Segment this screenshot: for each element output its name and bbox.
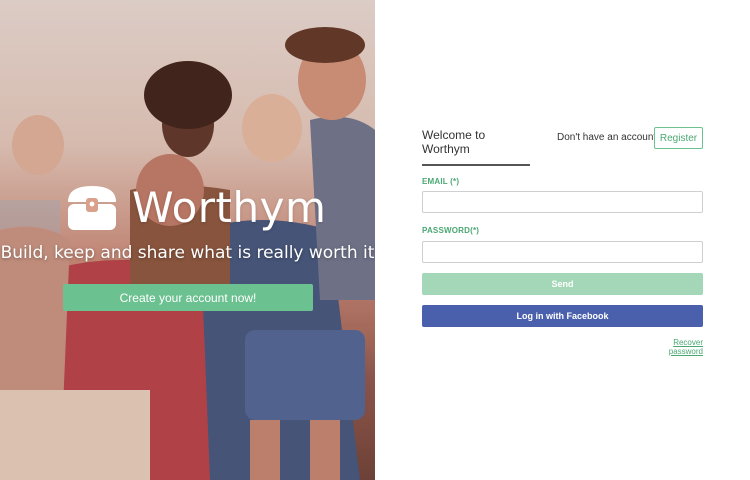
brand-name: Worthym — [132, 182, 327, 232]
brand-logo-group: Worthym — [64, 180, 326, 234]
create-account-button[interactable]: Create your account now! — [63, 284, 313, 311]
hero-section: Worthym Build, keep and share what is re… — [0, 0, 375, 480]
no-account-text: Don't have an account? — [557, 132, 662, 143]
facebook-login-button[interactable]: Log in with Facebook — [422, 305, 703, 327]
tab-welcome[interactable]: Welcome to Worthym — [422, 128, 530, 166]
hero-tagline: Build, keep and share what is really wor… — [0, 243, 375, 263]
password-label: PASSWORD(*) — [422, 226, 480, 235]
send-button[interactable]: Send — [422, 273, 703, 295]
password-field[interactable] — [422, 241, 703, 263]
login-panel: Welcome to Worthym Don't have an account… — [375, 0, 750, 480]
email-label: EMAIL (*) — [422, 177, 460, 186]
email-field[interactable] — [422, 191, 703, 213]
register-button[interactable]: Register — [654, 127, 703, 149]
hero-tint — [0, 0, 375, 480]
recover-password-link[interactable]: Recover password — [640, 338, 703, 356]
treasure-chest-icon — [68, 186, 116, 230]
